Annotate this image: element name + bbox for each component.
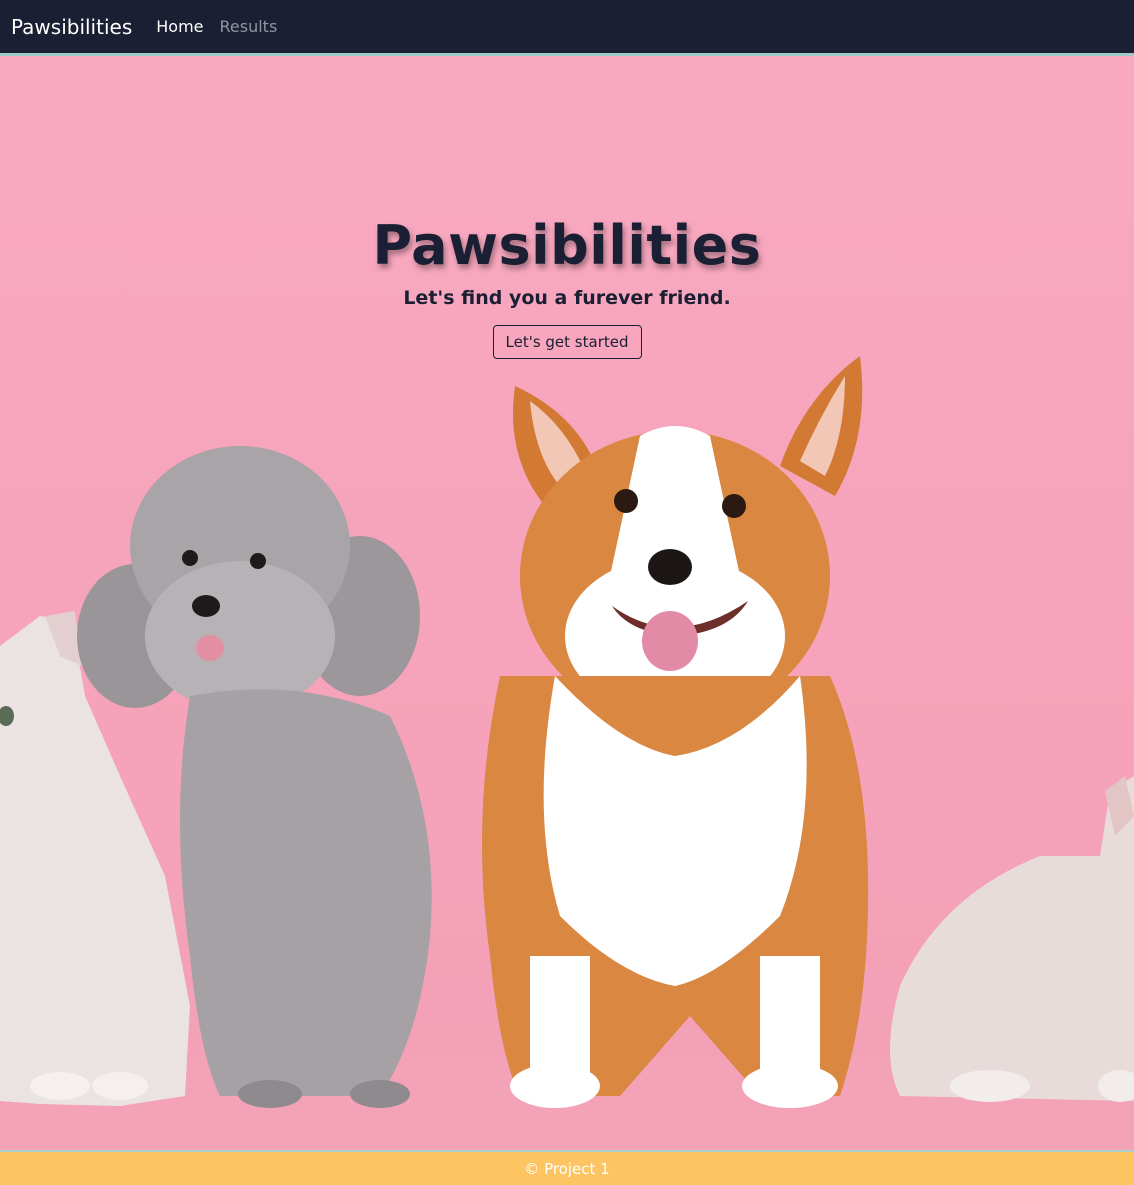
top-navbar: Pawsibilities Home Results — [0, 0, 1134, 56]
right-cat-illustration — [890, 776, 1134, 1102]
get-started-button[interactable]: Let's get started — [492, 325, 642, 359]
hero-title: Pawsibilities — [372, 214, 762, 277]
brand-link[interactable]: Pawsibilities — [11, 15, 132, 39]
nav-home-link[interactable]: Home — [156, 17, 203, 36]
corgi-illustration — [482, 356, 869, 1108]
nav-results-link[interactable]: Results — [220, 17, 278, 36]
footer-text: © Project 1 — [524, 1159, 610, 1178]
hero-subtitle: Let's find you a furever friend. — [403, 287, 731, 309]
page-footer: © Project 1 — [0, 1150, 1134, 1185]
hero-content: Pawsibilities Let's find you a furever f… — [0, 214, 1134, 359]
hero-section: Pawsibilities Let's find you a furever f… — [0, 56, 1134, 1150]
